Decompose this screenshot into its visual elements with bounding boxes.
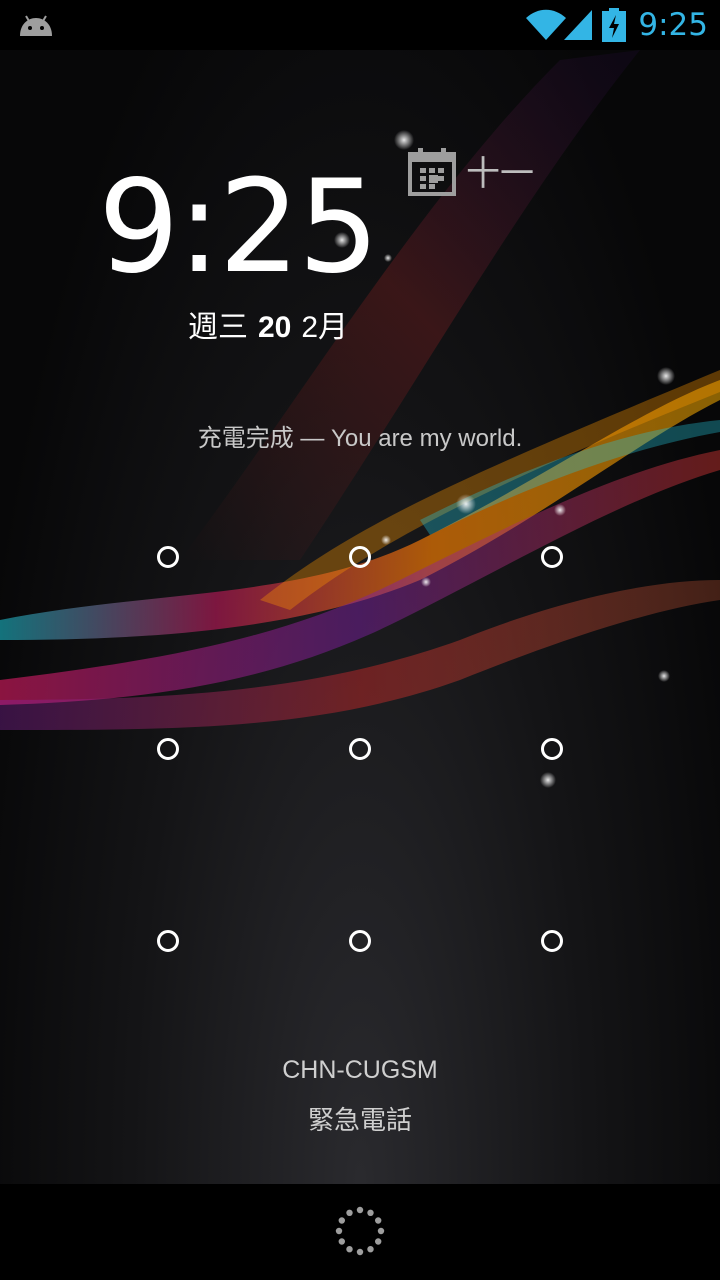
pattern-dot-6[interactable] — [541, 738, 563, 760]
pattern-dot-7[interactable] — [157, 930, 179, 952]
pattern-dot-4[interactable] — [157, 738, 179, 760]
pattern-dot-8[interactable] — [349, 930, 371, 952]
pattern-dot-9[interactable] — [541, 930, 563, 952]
home-icon[interactable] — [328, 1204, 392, 1264]
carrier-label: CHN-CUGSM — [282, 1056, 438, 1084]
emergency-call-button[interactable]: 緊急電話 — [260, 1100, 460, 1137]
pattern-lock[interactable] — [0, 0, 720, 1184]
lockscreen: 9:25 9:25 週三 20 2月 十一 充電完成 — You are my wo… — [0, 0, 720, 1280]
pattern-dot-1[interactable] — [157, 546, 179, 568]
navigation-bar — [0, 1184, 720, 1280]
pattern-dot-3[interactable] — [541, 546, 563, 568]
pattern-dot-2[interactable] — [349, 546, 371, 568]
pattern-dot-5[interactable] — [349, 738, 371, 760]
